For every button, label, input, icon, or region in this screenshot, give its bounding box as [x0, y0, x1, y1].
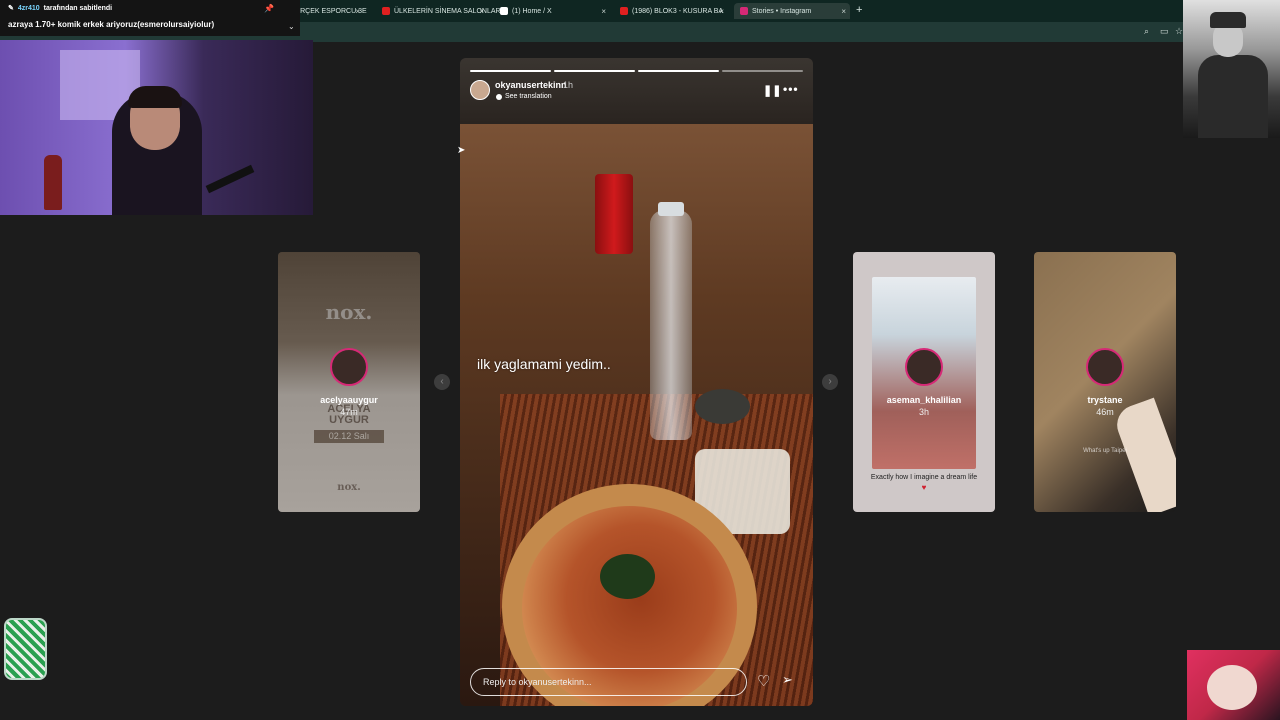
preview-username: acelyaauygur: [320, 395, 378, 405]
webcam-overlay: [0, 40, 313, 215]
previous-story-button[interactable]: ‹: [434, 374, 450, 390]
tab-instagram-stories[interactable]: Stories • Instagram ×: [734, 3, 850, 19]
microphone: [205, 164, 255, 194]
jar-overlay-icon: [4, 618, 47, 680]
star-icon[interactable]: ☆: [1175, 26, 1183, 37]
story-preview-trystane[interactable]: What's up Taipei trystane 46m: [1034, 252, 1176, 512]
pause-icon[interactable]: ❚❚: [763, 84, 781, 97]
screen-icon[interactable]: ▭: [1160, 26, 1169, 37]
preview-time: 46m: [1096, 407, 1114, 417]
tab-sinema[interactable]: ÜLKELERİN SİNEMA SALONLARI ×: [376, 3, 503, 19]
cat-overlay-photo: [1187, 650, 1280, 720]
streamer-hair: [128, 86, 182, 108]
avatar: [330, 348, 368, 386]
story-username[interactable]: okyanusertekinn: [495, 80, 567, 90]
next-story-button[interactable]: ›: [822, 374, 838, 390]
tab-blok3[interactable]: (1986) BLOK3 - KUSURA BA ×: [614, 3, 728, 19]
close-icon[interactable]: ×: [355, 7, 360, 16]
preview-overlay-text: What's up Taipei: [1083, 448, 1127, 454]
preview-username: aseman_khalilian: [886, 395, 962, 405]
photo-herbs: [600, 554, 655, 599]
webcam-bottle: [44, 155, 62, 210]
youtube-icon: [620, 7, 628, 15]
tab-label: ÜLKELERİN SİNEMA SALONLARI: [394, 7, 503, 15]
pin-icon: ✎: [8, 5, 14, 12]
preview-caption: Exactly how I imagine a dream life: [870, 474, 978, 481]
screen: GERÇEK ESPORCU 3E × ÜLKELERİN SİNEMA SAL…: [0, 0, 1280, 720]
story-photo: [460, 124, 813, 706]
pinned-by-line: ✎ 4zr410 tarafından sabitlendi: [8, 4, 113, 13]
preview-time: 47m: [340, 407, 358, 417]
close-icon[interactable]: ×: [479, 7, 484, 16]
avatar: [905, 348, 943, 386]
new-tab-button[interactable]: +: [856, 4, 862, 16]
avatar[interactable]: [470, 80, 490, 100]
close-icon[interactable]: ×: [719, 7, 724, 16]
reply-placeholder: Reply to okyanusertekinn...: [483, 677, 592, 687]
tab-label: (1) Home / X: [512, 7, 552, 15]
more-options-icon[interactable]: •••: [783, 82, 799, 96]
tab-x-home[interactable]: (1) Home / X ×: [494, 3, 610, 19]
pinned-label: tarafından sabitlendi: [43, 4, 113, 12]
portrait-hat: [1210, 12, 1246, 28]
close-icon[interactable]: ×: [841, 7, 846, 16]
youtube-icon: [382, 7, 390, 15]
story-viewer[interactable]: okyanusertekinn 1h See translation ❚❚ ••…: [460, 58, 813, 706]
progress-segment: [554, 70, 635, 72]
preview-username: trystane: [1087, 395, 1123, 405]
x-icon: [500, 7, 508, 15]
heart-emoji-icon: ♥: [921, 483, 927, 492]
chat-pinned-message: ✎ 4zr410 tarafından sabitlendi azraya 1.…: [0, 0, 300, 36]
cat-face: [1207, 665, 1257, 710]
story-progress-bar: [470, 70, 803, 72]
chat-username: 4zr410: [17, 4, 40, 12]
chevron-down-icon[interactable]: ⌄: [288, 22, 295, 31]
photo-cola-can: [595, 174, 633, 254]
tab-label: (1986) BLOK3 - KUSURA BA: [632, 7, 724, 15]
progress-segment: [638, 70, 719, 72]
portrait-coat: [1198, 55, 1268, 138]
tab-label: Stories • Instagram: [752, 7, 812, 15]
portrait-overlay-photo: [1183, 0, 1280, 138]
see-translation-link[interactable]: See translation: [496, 93, 552, 100]
reply-input[interactable]: Reply to okyanusertekinn...: [470, 668, 747, 696]
preview-time: 3h: [918, 407, 929, 417]
instagram-icon: [740, 7, 748, 15]
thumbtack-icon[interactable]: 📌: [264, 4, 274, 13]
story-caption: ilk yaglamami yedim..: [477, 356, 611, 372]
story-time: 1h: [563, 80, 574, 90]
photo-bottle-cap: [658, 202, 684, 216]
photo-lid: [695, 389, 750, 424]
mouse-cursor-icon: ➤: [457, 145, 466, 156]
progress-segment: [470, 70, 551, 72]
progress-segment: [722, 70, 803, 72]
translation-label: See translation: [505, 93, 552, 100]
story-preview-acelyaauygur[interactable]: nox. ACELYA UYGUR 02.12 Salı nox. acelya…: [278, 252, 420, 512]
translation-dot-icon: [496, 93, 502, 100]
photo-water-bottle: [650, 210, 692, 440]
chat-message: azraya 1.70+ komik erkek ariyoruz(esmero…: [8, 20, 215, 29]
story-preview-aseman-khalilian[interactable]: Exactly how I imagine a dream life ♥ ase…: [853, 252, 995, 512]
story-header: okyanusertekinn 1h See translation ❚❚ ••…: [460, 58, 813, 124]
heart-icon[interactable]: ♡: [757, 672, 770, 690]
search-icon[interactable]: ⌕: [1144, 26, 1149, 37]
close-icon[interactable]: ×: [601, 7, 606, 16]
avatar: [1086, 348, 1124, 386]
send-icon[interactable]: ➢: [782, 672, 793, 688]
